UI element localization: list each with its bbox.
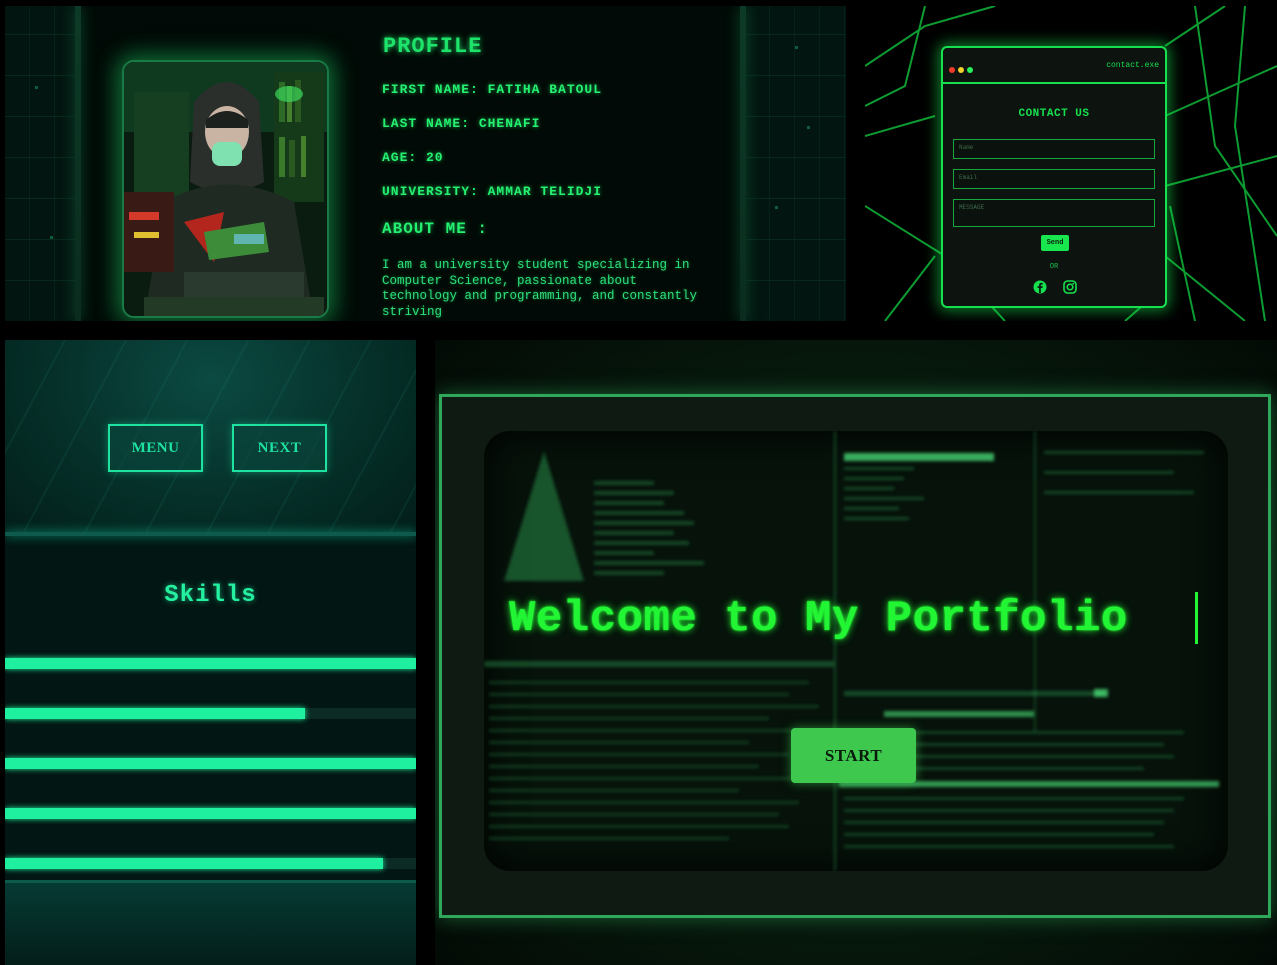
contact-panel: contact.exe CONTACT US Name Email MESSAG… [865,6,1277,321]
skill-bar-fill [5,858,384,869]
matrix-dot [35,86,38,89]
start-button[interactable]: START [791,728,916,783]
crt-monitor [439,394,1271,918]
or-separator: OR [1049,263,1059,271]
skill-bar [5,758,416,769]
email-input[interactable]: Email [953,169,1155,189]
last-name-field: LAST NAME: CHENAFI [382,116,541,131]
nav-header-background [5,340,416,536]
avatar [122,60,329,318]
profile-panel: PROFILE FIRST NAME: FATIHA BATOUL LAST N… [5,6,846,321]
name-input[interactable]: Name [953,139,1155,159]
header-divider [5,532,416,536]
window-title-bar: contact.exe [943,48,1165,84]
window-label: contact.exe [1106,61,1159,70]
message-textarea[interactable]: MESSAGE [953,199,1155,227]
about-me-text: I am a university student specializing i… [382,258,698,319]
skill-bar-fill [5,708,306,719]
menu-button[interactable]: MENU [108,424,203,472]
left-neon-stripe [75,6,81,321]
left-matrix-background [5,6,75,321]
footer-background [5,880,416,965]
skills-panel: MENU NEXT Skills [5,340,416,965]
right-matrix-background [745,6,846,321]
instagram-icon[interactable] [1063,280,1077,294]
skill-bar [5,708,416,719]
send-button[interactable]: Send [1041,235,1069,251]
maximize-dot-icon[interactable] [967,67,973,73]
about-me-heading: ABOUT ME : [382,220,489,238]
matrix-dot [795,46,798,49]
welcome-title: Welcome to My Portfolio [509,594,1128,644]
contact-window: contact.exe CONTACT US Name Email MESSAG… [941,46,1167,308]
skill-bar-fill [5,808,416,819]
skill-bar [5,858,416,869]
age-field: AGE: 20 [382,150,444,165]
terminal-background [484,431,1219,871]
contact-title: CONTACT US [1018,108,1090,120]
matrix-dot [807,126,810,129]
hooded-hacker-illustration [124,62,327,316]
skill-bar [5,808,416,819]
university-field: UNIVERSITY: AMMAR TELIDJI [382,184,603,199]
skill-bar-fill [5,758,416,769]
skills-title: Skills [164,582,257,609]
close-dot-icon[interactable] [949,67,955,73]
right-neon-stripe [740,6,746,321]
skill-bar-fill [5,658,416,669]
welcome-panel: Welcome to My Portfolio START [435,340,1277,965]
minimize-dot-icon[interactable] [958,67,964,73]
profile-title: PROFILE [383,34,483,59]
skill-bar [5,658,416,669]
matrix-dot [50,236,53,239]
typing-cursor [1195,592,1198,644]
matrix-dot [775,206,778,209]
facebook-icon[interactable] [1033,280,1047,294]
first-name-field: FIRST NAME: FATIHA BATOUL [382,82,603,97]
crt-screen [484,431,1228,871]
next-button[interactable]: NEXT [232,424,327,472]
